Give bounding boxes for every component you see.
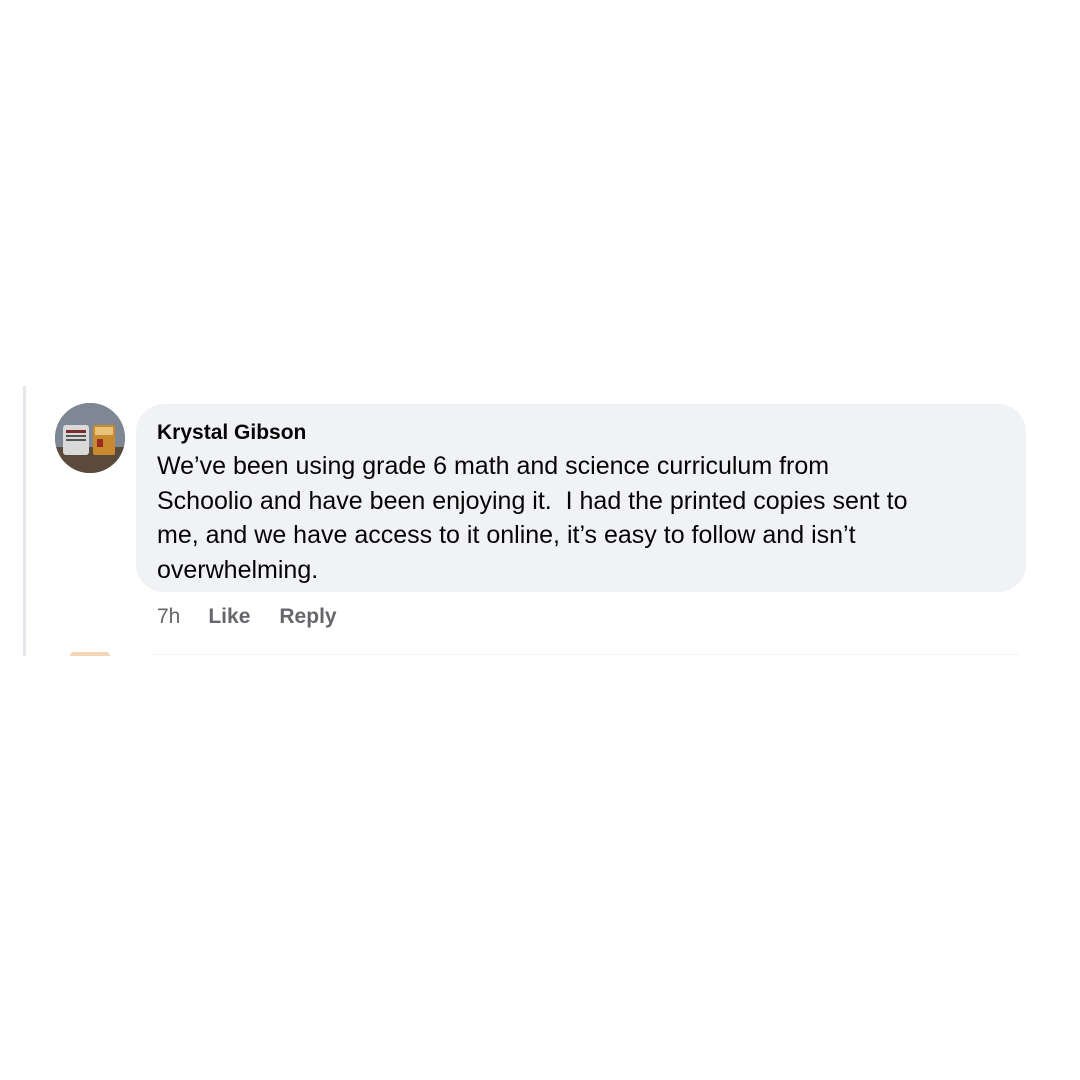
comment-author[interactable]: Krystal Gibson <box>157 420 306 446</box>
avatar[interactable] <box>55 403 125 473</box>
comment-timestamp[interactable]: 7h <box>157 605 180 629</box>
divider <box>150 654 1020 655</box>
thread-line <box>23 386 26 656</box>
comment-actions: 7h Like Reply <box>157 603 366 631</box>
next-comment-avatar-peek <box>70 652 110 656</box>
reply-button[interactable]: Reply <box>279 605 336 629</box>
profile-photo-icon <box>55 403 125 473</box>
comment-text: We’ve been using grade 6 math and scienc… <box>157 452 908 584</box>
comment-bubble: Krystal Gibson We’ve been using grade 6 … <box>136 404 1026 592</box>
like-button[interactable]: Like <box>208 605 250 629</box>
